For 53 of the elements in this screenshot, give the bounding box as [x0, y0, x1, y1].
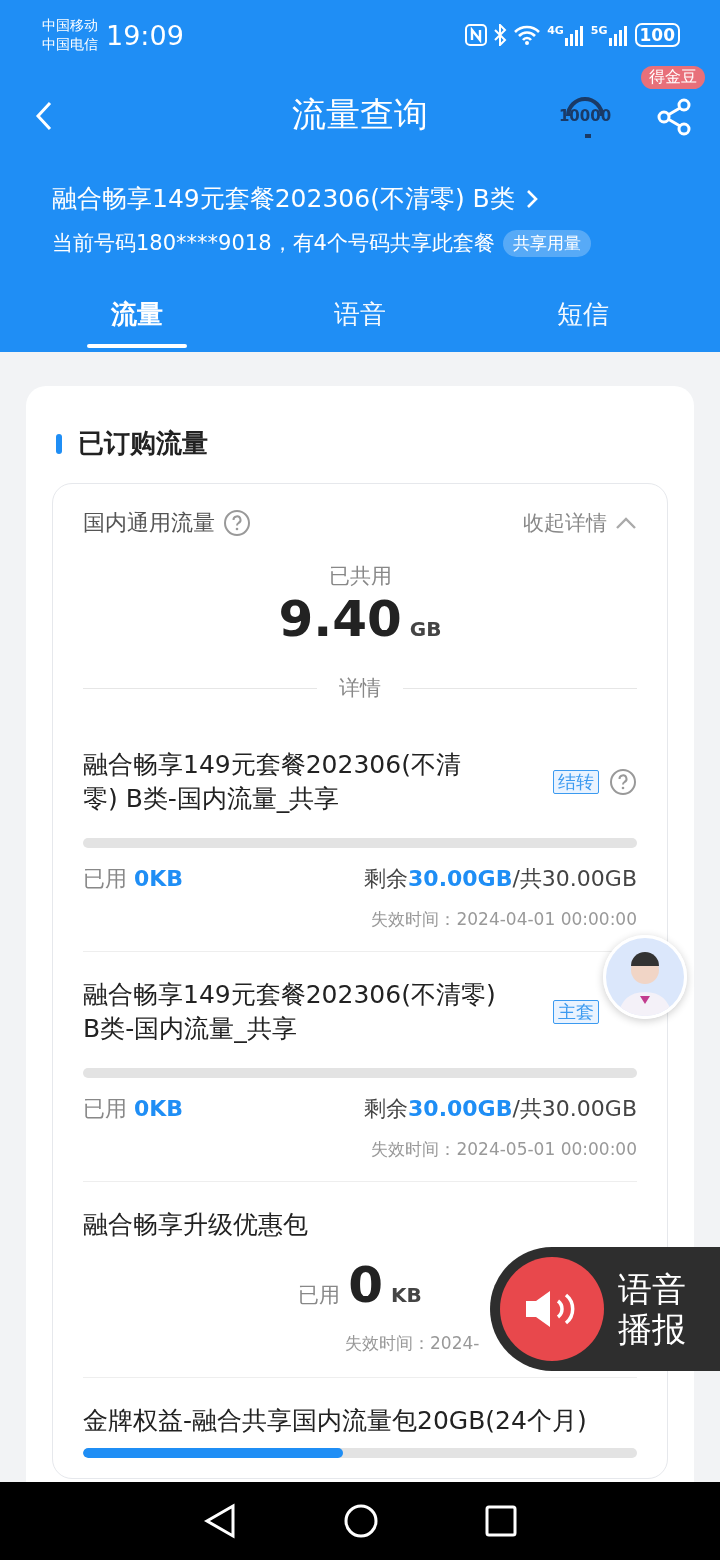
- page-title: 流量查询: [292, 93, 428, 136]
- used-amount: 已用 0KB: [83, 865, 184, 893]
- tab[interactable]: 语音: [248, 290, 472, 352]
- expiry-time: 失效时间：2024-: [345, 1333, 480, 1353]
- package-tag: 结转: [553, 770, 599, 794]
- help-icon[interactable]: [223, 509, 251, 537]
- used-unit: KB: [391, 1283, 422, 1307]
- shared-used-label: 已共用: [328, 563, 392, 590]
- home-nav-icon[interactable]: [343, 1503, 379, 1539]
- signal-icon: [564, 24, 585, 46]
- package-title: 融合畅享149元套餐202306(不清零) B类-国内流量_共享: [83, 979, 497, 1045]
- reward-badge[interactable]: 得金豆: [641, 66, 705, 89]
- tab[interactable]: 流量: [26, 290, 249, 352]
- used-label: 已用: [298, 1282, 341, 1309]
- tab[interactable]: 短信: [471, 290, 694, 352]
- help-icon[interactable]: [609, 768, 637, 796]
- share-usage-tag[interactable]: 共享用量: [502, 229, 591, 257]
- used-value: 0: [348, 1256, 383, 1314]
- remaining-amount: 剩余30.00GB/共30.00GB: [364, 865, 637, 893]
- share-icon[interactable]: [656, 98, 692, 136]
- package-title: 融合畅享149元套餐202306(不清零) B类-国内流量_共享: [83, 749, 462, 815]
- package-tag: 主套: [553, 1000, 599, 1024]
- plan-info: 当前号码180****9018，有4个号码共享此套餐: [52, 230, 495, 257]
- chevron-up-icon: [615, 516, 637, 530]
- wifi-icon: [513, 24, 542, 46]
- network-type: 5G: [590, 24, 608, 37]
- details-label: 详情: [339, 675, 381, 702]
- shared-used-value: 9.40: [278, 590, 402, 648]
- network-type: 4G: [547, 24, 564, 37]
- package-title: 金牌权益-融合共享国内流量包20GB(24个月): [83, 1405, 588, 1437]
- plan-name[interactable]: 融合畅享149元套餐202306(不清零) B类: [52, 182, 515, 215]
- collapse-toggle[interactable]: 收起详情: [523, 509, 637, 537]
- expiry-time: 失效时间：2024-04-01 00:00:00: [371, 908, 637, 931]
- shared-used-unit: GB: [409, 617, 442, 641]
- section-title: 已订购流量: [78, 427, 208, 460]
- package-title: 融合畅享升级优惠包: [83, 1210, 308, 1239]
- usage-title: 国内通用流量: [83, 509, 215, 537]
- expiry-time: 失效时间：2024-05-01 00:00:00: [371, 1138, 637, 1161]
- bluetooth-icon: [493, 24, 508, 46]
- carrier-name: 中国移动: [42, 16, 98, 35]
- back-icon[interactable]: [34, 100, 54, 132]
- nfc-icon: [465, 24, 488, 46]
- back-nav-icon[interactable]: [203, 1503, 237, 1539]
- remaining-amount: 剩余30.00GB/共30.00GB: [364, 1095, 637, 1123]
- battery-level: 100: [634, 23, 680, 47]
- voice-broadcast-button[interactable]: 语音播报: [490, 1247, 720, 1371]
- carrier-name: 中国电信: [42, 35, 98, 54]
- signal-icon: [608, 24, 629, 46]
- chevron-right-icon[interactable]: [524, 187, 539, 210]
- clock: 19:09: [106, 19, 184, 51]
- used-amount: 已用 0KB: [83, 1095, 184, 1123]
- section-marker: [56, 433, 62, 454]
- recents-nav-icon[interactable]: [485, 1505, 517, 1537]
